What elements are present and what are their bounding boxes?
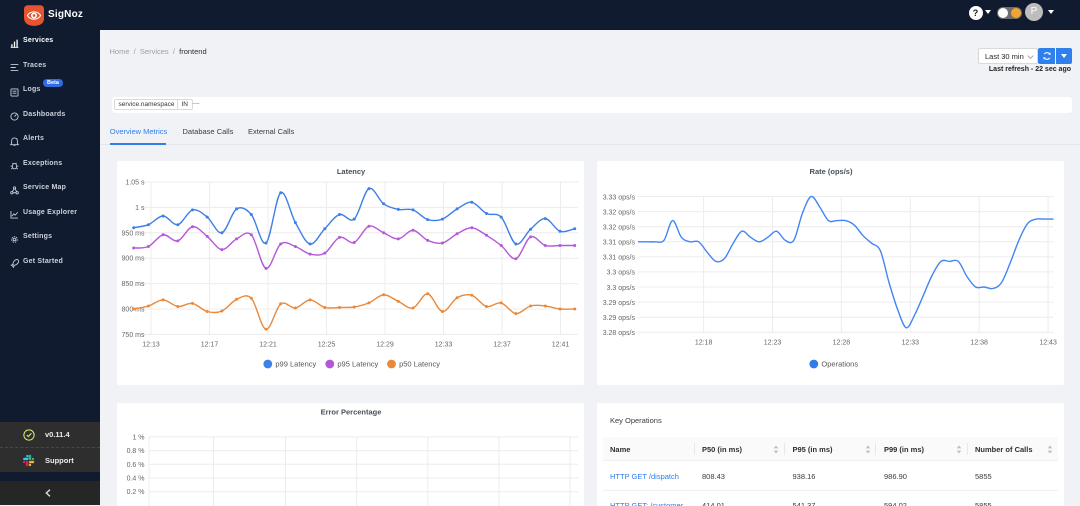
svg-text:3.31 ops/s: 3.31 ops/s (602, 239, 635, 246)
svg-text:p99 Latency: p99 Latency (275, 359, 316, 368)
svg-text:12:38: 12:38 (970, 339, 988, 346)
svg-text:3.32 ops/s: 3.32 ops/s (602, 224, 635, 231)
svg-text:Latency: Latency (337, 166, 366, 175)
svg-text:0.6 %: 0.6 % (127, 461, 145, 468)
svg-text:950 ms: 950 ms (122, 230, 145, 237)
svg-text:12:17: 12:17 (201, 341, 219, 348)
svg-text:12:21: 12:21 (259, 341, 277, 348)
svg-text:850 ms: 850 ms (122, 281, 145, 288)
svg-text:12:29: 12:29 (376, 341, 394, 348)
svg-text:750 ms: 750 ms (122, 331, 145, 338)
svg-text:3.33 ops/s: 3.33 ops/s (602, 194, 635, 201)
svg-text:12:28: 12:28 (832, 339, 850, 346)
svg-text:3.31 ops/s: 3.31 ops/s (602, 254, 635, 261)
svg-text:Operations: Operations (821, 359, 858, 368)
svg-text:12:33: 12:33 (435, 341, 453, 348)
svg-text:3.29 ops/s: 3.29 ops/s (602, 299, 635, 306)
svg-text:3.29 ops/s: 3.29 ops/s (602, 315, 635, 322)
svg-text:1.05 s: 1.05 s (125, 179, 145, 186)
svg-text:12:33: 12:33 (901, 339, 919, 346)
svg-text:12:25: 12:25 (318, 341, 336, 348)
svg-text:12:23: 12:23 (763, 339, 781, 346)
svg-text:p95 Latency: p95 Latency (337, 359, 378, 368)
svg-text:12:41: 12:41 (552, 341, 570, 348)
svg-text:12:18: 12:18 (694, 339, 712, 346)
svg-text:Rate (ops/s): Rate (ops/s) (809, 166, 852, 175)
svg-text:12:43: 12:43 (1039, 339, 1057, 346)
svg-text:1 %: 1 % (132, 434, 144, 441)
svg-text:Error Percentage: Error Percentage (321, 407, 382, 416)
svg-text:0.8 %: 0.8 % (127, 448, 145, 455)
svg-text:0.2 %: 0.2 % (127, 489, 145, 496)
svg-text:3.3 ops/s: 3.3 ops/s (606, 284, 635, 291)
svg-text:0.4 %: 0.4 % (127, 475, 145, 482)
svg-text:p50 Latency: p50 Latency (399, 359, 440, 368)
svg-text:12:13: 12:13 (142, 341, 160, 348)
svg-text:900 ms: 900 ms (122, 255, 145, 262)
svg-text:3.32 ops/s: 3.32 ops/s (602, 209, 635, 216)
svg-text:12:37: 12:37 (493, 341, 511, 348)
svg-text:3.28 ops/s: 3.28 ops/s (602, 330, 635, 337)
svg-text:1 s: 1 s (135, 204, 145, 211)
svg-text:3.3 ops/s: 3.3 ops/s (606, 269, 635, 276)
